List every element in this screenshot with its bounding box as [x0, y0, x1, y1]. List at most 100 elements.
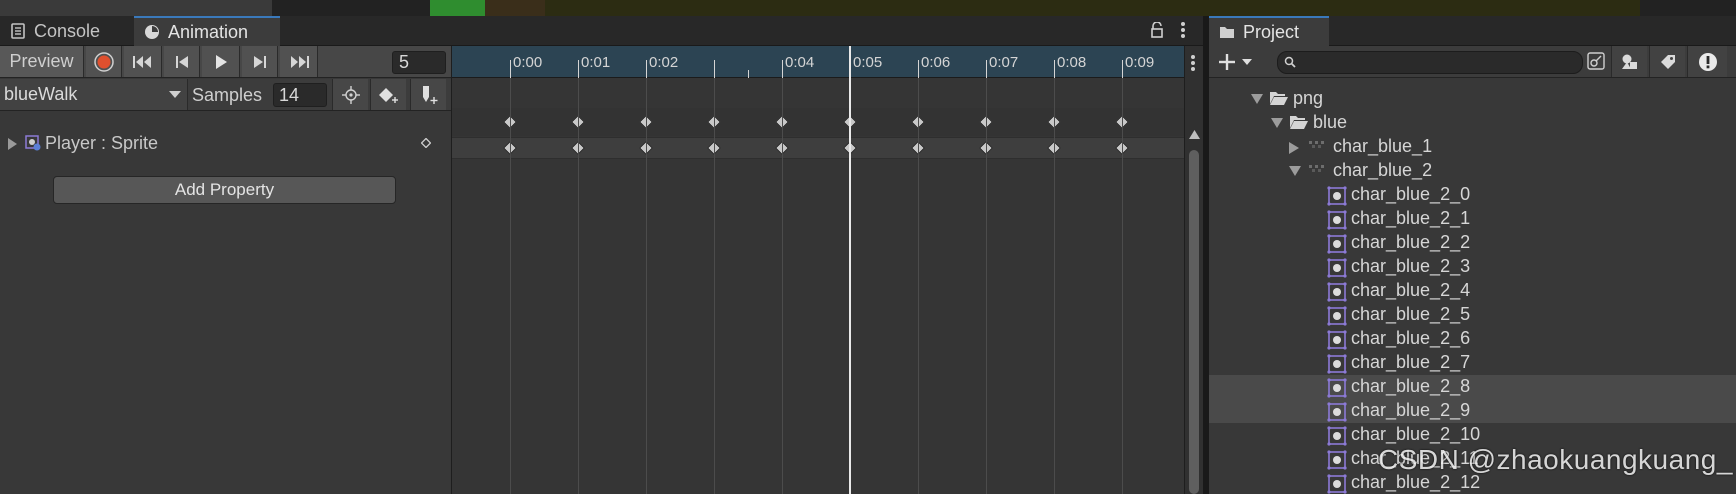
- filter-by-label-button[interactable]: [1649, 46, 1685, 77]
- record-icon: [93, 51, 114, 72]
- tree-item-texture[interactable]: char_blue_2: [1209, 159, 1736, 183]
- add-keyframe-button[interactable]: [370, 79, 406, 110]
- summary-keyframe-row[interactable]: [452, 108, 1184, 136]
- sprite-icon: [1327, 186, 1347, 206]
- tree-item-sprite[interactable]: char_blue_2_8: [1209, 375, 1736, 399]
- ruler-tick-label: 0:09: [1125, 54, 1155, 71]
- add-keyframe-icon: [378, 87, 398, 103]
- ruler-tick: [646, 60, 647, 78]
- sprite-icon: [1327, 354, 1347, 374]
- property-list: Player : Sprite Add Property: [0, 112, 451, 494]
- vertical-scrollbar[interactable]: [1189, 150, 1199, 494]
- add-property-button[interactable]: Add Property: [53, 176, 396, 204]
- tree-item-label: char_blue_2_6: [1351, 328, 1471, 348]
- shapes-icon: [1621, 54, 1637, 69]
- ruler-tick-label: 0:07: [989, 54, 1019, 71]
- timeline-grid-line: [646, 78, 647, 494]
- previous-keyframe-button[interactable]: [164, 46, 200, 77]
- dropdown-arrow-icon: [169, 91, 181, 98]
- tree-item-sprite[interactable]: char_blue_2_5: [1209, 303, 1736, 327]
- tree-item-sprite[interactable]: char_blue_2_4: [1209, 279, 1736, 303]
- time-ruler[interactable]: 0:00 0:01 0:02 0:04 0:05 0:06 0:07 0:08 0:09: [452, 46, 1184, 78]
- tree-item-sprite[interactable]: char_blue_2_7: [1209, 351, 1736, 375]
- ruler-tick: [1054, 60, 1055, 78]
- clip-name: blueWalk: [4, 84, 78, 104]
- tree-item-texture[interactable]: char_blue_1: [1209, 135, 1736, 159]
- tree-item-label: char_blue_2_10: [1351, 424, 1481, 444]
- filter-by-type-button[interactable]: [1611, 46, 1647, 77]
- dopesheet-timeline[interactable]: 0:00 0:01 0:02 0:04 0:05 0:06 0:07 0:08 0:09: [452, 46, 1184, 494]
- ruler-tick-label: 0:04: [785, 54, 815, 71]
- timeline-grid-line: [1054, 78, 1055, 494]
- expand-arrow-icon[interactable]: [8, 138, 17, 150]
- current-frame-field[interactable]: 5: [392, 51, 446, 74]
- property-label: Player : Sprite: [45, 133, 159, 153]
- animation-tab-bar: Console Animation: [0, 16, 1203, 46]
- kebab-menu-icon[interactable]: [1190, 54, 1196, 72]
- search-input[interactable]: [1277, 51, 1583, 74]
- tree-item-label: char_blue_2_1: [1351, 208, 1471, 228]
- ruler-tick-label: 0:05: [853, 54, 883, 71]
- last-keyframe-button[interactable]: [280, 46, 318, 77]
- create-button[interactable]: [1215, 50, 1257, 74]
- playhead[interactable]: [849, 46, 851, 494]
- tab-project-label: Project: [1243, 21, 1300, 42]
- warnings-toggle-button[interactable]: [1687, 46, 1727, 77]
- project-tree: png blue char_blue_1 char_blue_2 char_blue_2…: [1209, 79, 1736, 494]
- tree-item-sprite[interactable]: char_blue_2_2: [1209, 231, 1736, 255]
- timeline-grid-line: [986, 78, 987, 494]
- folder-open-icon: [1270, 92, 1288, 105]
- sprite-icon: [1327, 234, 1347, 254]
- ruler-tick-label: 0:01: [581, 54, 611, 71]
- tree-item-sprite[interactable]: char_blue_2_3: [1209, 255, 1736, 279]
- tree-item-folder[interactable]: blue: [1209, 111, 1736, 135]
- first-keyframe-button[interactable]: [124, 46, 162, 77]
- play-button[interactable]: [202, 46, 240, 77]
- tab-console[interactable]: Console: [0, 16, 132, 46]
- sprite-keyframe-row[interactable]: [452, 137, 1184, 159]
- tree-item-label: char_blue_2_7: [1351, 352, 1471, 372]
- search-by-type-icon[interactable]: [1587, 52, 1605, 70]
- scroll-up-arrow-icon[interactable]: [1189, 130, 1200, 139]
- timeline-grid-line: [714, 78, 715, 494]
- project-toolbar: [1209, 46, 1736, 78]
- samples-field[interactable]: 14: [273, 83, 327, 107]
- tree-item-folder[interactable]: png: [1209, 87, 1736, 111]
- property-row[interactable]: Player : Sprite: [0, 130, 451, 156]
- sprite-icon: [1327, 282, 1347, 302]
- lock-icon[interactable]: [1150, 22, 1164, 38]
- tab-animation[interactable]: Animation: [134, 16, 280, 46]
- keyframe-diamond-icon[interactable]: [421, 138, 431, 148]
- add-event-button[interactable]: [410, 79, 446, 110]
- clip-selector-dropdown[interactable]: blueWalk: [0, 79, 188, 110]
- tree-item-sprite[interactable]: char_blue_2_6: [1209, 327, 1736, 351]
- sprite-icon: [1327, 474, 1347, 494]
- tree-item-label: char_blue_2_8: [1351, 376, 1471, 396]
- step-back-icon: [175, 55, 188, 68]
- expanded-arrow-icon[interactable]: [1271, 118, 1283, 128]
- tree-item-sprite[interactable]: char_blue_2_1: [1209, 207, 1736, 231]
- preview-button[interactable]: Preview: [0, 46, 84, 77]
- sprite-icon: [1327, 426, 1347, 446]
- search-icon: [1284, 56, 1296, 68]
- tree-item-sprite[interactable]: char_blue_2_0: [1209, 183, 1736, 207]
- tree-item-label: png: [1293, 88, 1324, 108]
- expanded-arrow-icon[interactable]: [1251, 94, 1263, 104]
- editor-top-strip: [0, 0, 1736, 16]
- record-button[interactable]: [86, 46, 122, 77]
- keyframe-mode-button[interactable]: [332, 79, 368, 110]
- next-keyframe-button[interactable]: [242, 46, 278, 77]
- scene-view-strip: [430, 0, 1640, 16]
- collapsed-arrow-icon[interactable]: [1289, 142, 1299, 154]
- sprite-icon: [1327, 210, 1347, 230]
- expanded-arrow-icon[interactable]: [1289, 166, 1301, 176]
- ruler-tick-label: 0:08: [1057, 54, 1087, 71]
- sprite-renderer-icon: [25, 135, 41, 151]
- timeline-grid-line: [1122, 78, 1123, 494]
- tab-project[interactable]: Project: [1209, 16, 1329, 46]
- scene-green-tile: [430, 0, 485, 16]
- kebab-menu-icon[interactable]: [1180, 21, 1186, 39]
- timeline-grid-line: [918, 78, 919, 494]
- tree-item-sprite[interactable]: char_blue_2_9: [1209, 399, 1736, 423]
- project-tab-bar: Project: [1209, 16, 1736, 46]
